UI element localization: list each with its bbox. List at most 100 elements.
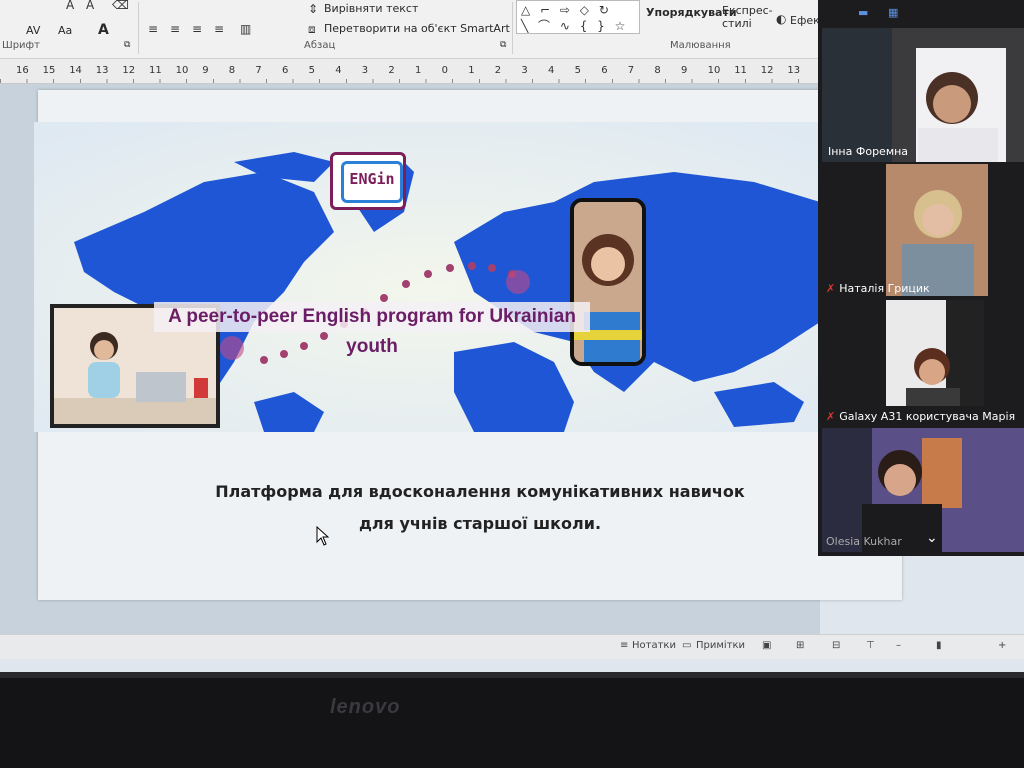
align-text-button[interactable]: Вирівняти текст: [324, 2, 418, 15]
slide-caption-line2[interactable]: для учнів старшої школи.: [150, 514, 810, 533]
video-tile[interactable]: [886, 164, 988, 296]
paragraph-group-label: Абзац: [304, 40, 336, 51]
ruler-label: 4: [335, 65, 342, 76]
ruler-label: 13: [787, 65, 801, 76]
ruler-label: 3: [521, 65, 528, 76]
align-left-icon[interactable]: ≡: [148, 22, 158, 36]
video-tile[interactable]: Інна Форемна: [822, 28, 1024, 162]
zoom-in-icon[interactable]: +: [998, 640, 1006, 651]
slide-sorter-icon[interactable]: ⊞: [796, 640, 804, 651]
align-center-icon[interactable]: ≡: [170, 22, 180, 36]
zoom-slider-thumb[interactable]: ▮: [936, 640, 942, 651]
drawing-group-label: Малювання: [670, 40, 731, 51]
shapes-gallery[interactable]: △ ⌐ ⇨ ◇ ↻ ╲ ⌒ ∿ { } ☆: [516, 0, 640, 34]
comments-button[interactable]: Примітки: [696, 640, 745, 651]
ruler-label: 10: [175, 65, 189, 76]
ribbon-divider: [512, 2, 513, 54]
slideshow-icon[interactable]: ⊤: [866, 640, 875, 651]
ruler-label: 2: [388, 65, 395, 76]
justify-icon[interactable]: ≡: [214, 22, 224, 36]
engin-logo-text: ENGin: [341, 161, 403, 203]
align-right-icon[interactable]: ≡: [192, 22, 202, 36]
video-call-panel: ▬ ▦ Інна Форемна ✗ Наталія Грицик ✗ Gala…: [818, 0, 1024, 556]
ruler-label: 9: [202, 65, 209, 76]
ruler-label: 1: [415, 65, 422, 76]
participant-video: [822, 428, 1024, 552]
mic-muted-icon: ✗: [826, 282, 836, 295]
ruler-label: 11: [734, 65, 747, 76]
slide-tagline[interactable]: A peer-to-peer English program for Ukrai…: [154, 302, 590, 357]
ruler-label: 12: [122, 65, 136, 76]
font-size-down-icon[interactable]: A: [86, 0, 94, 12]
ruler-label: 5: [574, 65, 581, 76]
video-tile[interactable]: Olesia Kukhar ⌄: [822, 428, 1024, 552]
zoom-out-icon[interactable]: –: [896, 640, 901, 651]
participant-name: Olesia Kukhar: [826, 535, 902, 548]
ruler-label: 11: [149, 65, 162, 76]
participant-video: [822, 28, 1024, 162]
smartart-icon[interactable]: ⧈: [308, 22, 316, 37]
notes-button[interactable]: Нотатки: [632, 640, 676, 651]
font-color-button[interactable]: A: [98, 22, 109, 38]
ruler-label: 12: [760, 65, 774, 76]
ruler-label: 9: [681, 65, 688, 76]
laptop-brand-logo: lenovo: [330, 696, 401, 718]
ribbon: A A ⌫ AV Aa A Шрифт ⧉ ≡ ≡ ≡ ≡ ▥ ⇕ Вирівн…: [0, 0, 826, 59]
ruler-label: 13: [95, 65, 109, 76]
ruler-label: 10: [707, 65, 721, 76]
quick-styles-button[interactable]: Експрес-стилі: [722, 4, 773, 30]
screen-edge: [0, 672, 1024, 678]
change-case-button[interactable]: Aa: [58, 24, 72, 37]
status-bar: ≡ Нотатки ▭ Примітки ▣ ⊞ ⊟ ⊤ – ▮ +: [0, 634, 1024, 659]
normal-view-icon[interactable]: ▣: [762, 640, 771, 651]
ruler-label: 14: [69, 65, 82, 76]
ruler-label: 16: [16, 65, 29, 76]
video-tile[interactable]: [886, 300, 984, 406]
horizontal-ruler: 16 15 14 13 12 11 10 9 8 7 6 5 4 3 2 1 0 1 2 3 4 5 6 7 8 9 10 11 12 1…: [0, 59, 820, 84]
ruler-label: 4: [548, 65, 555, 76]
columns-icon[interactable]: ▥: [240, 22, 251, 36]
slide-caption-line1[interactable]: Платформа для вдосконалення комунікативн…: [150, 482, 810, 501]
engin-logo: ENGin: [330, 152, 406, 210]
laptop-bezel: [0, 672, 1024, 768]
screen: A A ⌫ AV Aa A Шрифт ⧉ ≡ ≡ ≡ ≡ ▥ ⇕ Вирівн…: [0, 0, 1024, 672]
notes-icon[interactable]: ≡: [620, 640, 628, 651]
align-text-icon[interactable]: ⇕: [308, 2, 318, 16]
ruler-label: 6: [282, 65, 289, 76]
mouse-cursor-icon: [316, 526, 330, 546]
font-group-label: Шрифт: [2, 40, 40, 51]
participant-name: Galaxy A31 користувача Марія: [839, 410, 1016, 423]
ruler-label: 7: [255, 65, 262, 76]
ruler-label: 1: [468, 65, 475, 76]
ruler-label: 8: [654, 65, 661, 76]
effects-icon[interactable]: ◐: [776, 12, 786, 26]
participant-video: [886, 164, 988, 296]
window-icon[interactable]: ▬: [858, 6, 868, 19]
reading-view-icon[interactable]: ⊟: [832, 640, 840, 651]
chevron-down-icon[interactable]: ⌄: [926, 530, 938, 546]
ruler-label: 0: [441, 65, 448, 76]
ruler-label: 3: [361, 65, 369, 76]
comments-icon[interactable]: ▭: [682, 640, 691, 651]
ruler-label: 15: [42, 65, 56, 76]
char-spacing-button[interactable]: AV: [26, 24, 40, 37]
participant-name: Інна Форемна: [828, 145, 909, 158]
ruler-label: 2: [494, 65, 502, 76]
ruler-label: 7: [627, 65, 635, 76]
participant-name-row: ✗ Galaxy A31 користувача Марія: [826, 410, 1015, 423]
ruler-label: 5: [308, 65, 315, 76]
ruler-label: 6: [601, 65, 608, 76]
font-dialog-launcher-icon[interactable]: ⧉: [124, 40, 130, 50]
participant-video: [886, 300, 984, 406]
convert-smartart-button[interactable]: Перетворити на об'єкт SmartArt: [324, 22, 510, 35]
participant-name: Наталія Грицик: [839, 282, 930, 295]
ruler-label: 8: [228, 65, 236, 76]
bold-icon[interactable]: A: [66, 0, 74, 12]
mic-muted-icon: ✗: [826, 410, 836, 423]
phone-photo: [570, 198, 646, 366]
gallery-view-icon[interactable]: ▦: [888, 6, 898, 19]
paragraph-dialog-launcher-icon[interactable]: ⧉: [500, 40, 506, 50]
participant-name-row: ✗ Наталія Грицик: [826, 282, 930, 295]
smiling-woman-illustration: [574, 202, 642, 362]
clear-format-icon[interactable]: ⌫: [112, 0, 129, 12]
